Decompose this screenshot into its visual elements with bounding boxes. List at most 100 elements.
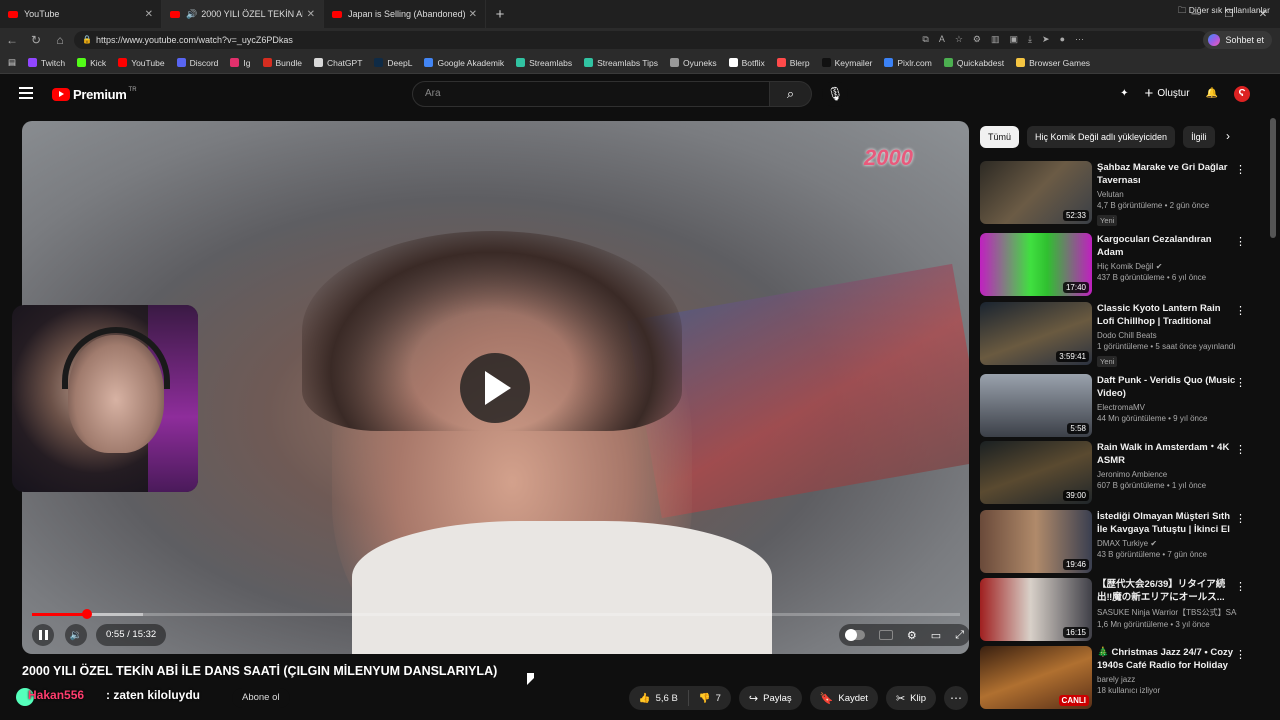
read-aloud-icon[interactable]: A: [939, 34, 945, 45]
bookmark-quickabdest[interactable]: Quickabdest: [943, 58, 1004, 68]
favorite-star-icon[interactable]: ☆: [955, 34, 963, 45]
bookmark-browser-games[interactable]: Browser Games: [1016, 58, 1090, 68]
recommendation-channel[interactable]: barely jazz: [1097, 675, 1237, 684]
recommendation-item[interactable]: 16:15 【歴代大会26/39】リタイア続出‼魔の新エリアにオールス... SAS…: [980, 578, 1260, 642]
bookmark-discord[interactable]: Discord: [176, 58, 218, 68]
progress-bar[interactable]: [32, 609, 960, 619]
kebab-menu-icon[interactable]: ⋮: [1235, 512, 1246, 525]
bookmark-streamlabs-tips[interactable]: Streamlabs Tips: [584, 58, 658, 68]
bookmark-blerp[interactable]: Blerp: [776, 58, 810, 68]
bookmark-pixlr-com[interactable]: Pixlr.com: [884, 58, 932, 68]
volume-button[interactable]: 🔉: [65, 624, 87, 646]
recommendation-channel[interactable]: Dodo Chill Beats: [1097, 331, 1237, 340]
more-menu-icon[interactable]: ⋯: [1075, 34, 1084, 45]
video-thumbnail[interactable]: 3:59:41: [980, 302, 1092, 365]
recommendation-channel[interactable]: SASUKE Ninja Warrior【TBS公式】SASU...: [1097, 607, 1237, 618]
recommendation-title[interactable]: Şahbaz Marake ve Gri Dağlar Tavernası: [1097, 161, 1237, 187]
big-play-button[interactable]: [460, 353, 530, 423]
profile-icon[interactable]: ●: [1060, 34, 1065, 45]
video-thumbnail[interactable]: 19:46: [980, 510, 1092, 573]
copilot-chat-button[interactable]: Sohbet et: [1203, 31, 1272, 49]
back-icon[interactable]: ←: [0, 33, 24, 47]
recommendation-title[interactable]: Classic Kyoto Lantern Rain Lofi Chillhop…: [1097, 302, 1237, 328]
recommendation-title[interactable]: İstediği Olmayan Müşteri Sıth İle Kavgay…: [1097, 510, 1237, 536]
recommendation-title[interactable]: Kargocuları Cezalandıran Adam: [1097, 233, 1237, 259]
filter-chip[interactable]: Tümü: [980, 126, 1020, 148]
video-thumbnail[interactable]: 16:15: [980, 578, 1092, 641]
clip-button[interactable]: ✂ Klip: [885, 686, 936, 710]
kebab-menu-icon[interactable]: ⋮: [1235, 648, 1246, 661]
reload-icon[interactable]: ↻: [24, 33, 48, 47]
bookmarks-menu-icon[interactable]: ▤: [8, 57, 16, 68]
speaker-icon[interactable]: 🔊: [186, 9, 197, 20]
split-screen-icon[interactable]: ▥: [991, 34, 1000, 45]
page-scrollbar[interactable]: [1270, 118, 1276, 238]
other-bookmarks-folder[interactable]: 🗀 Diğer sık kullanılanlar: [1178, 5, 1270, 19]
video-thumbnail[interactable]: 5:58: [980, 374, 1092, 437]
recommendation-channel[interactable]: DMAX Turkiye ✔: [1097, 539, 1237, 548]
search-input[interactable]: Ara: [412, 81, 770, 107]
recommendation-item[interactable]: 52:33 Şahbaz Marake ve Gri Dağlar Taverna…: [980, 161, 1260, 226]
dislike-button[interactable]: 👎 7: [689, 686, 731, 710]
recommendation-title[interactable]: Daft Punk - Veridis Quo (Music Video): [1097, 374, 1237, 400]
bookmark-botflix[interactable]: Botflix: [728, 58, 765, 68]
bookmark-ig[interactable]: Ig: [230, 58, 251, 68]
recommendation-item[interactable]: 19:46 İstediği Olmayan Müşteri Sıth İle K…: [980, 510, 1260, 574]
bookmark-youtube[interactable]: YouTube: [118, 58, 165, 68]
subscribe-button[interactable]: Abone ol: [232, 688, 290, 708]
recommendation-item[interactable]: 3:59:41 Classic Kyoto Lantern Rain Lofi C…: [980, 302, 1260, 367]
bookmark-kick[interactable]: Kick: [77, 58, 106, 68]
share-button[interactable]: ↪ Paylaş: [738, 686, 802, 710]
kebab-menu-icon[interactable]: ⋮: [1235, 376, 1246, 389]
extensions-icon[interactable]: ⚙: [973, 34, 981, 45]
settings-gear-icon[interactable]: ⚙: [907, 629, 917, 642]
bookmark-oyuneks[interactable]: Oyuneks: [670, 58, 717, 68]
hamburger-menu-icon[interactable]: [19, 87, 33, 99]
theater-mode-icon[interactable]: ▭: [931, 629, 941, 642]
bookmark-chatgpt[interactable]: ChatGPT: [313, 58, 362, 68]
browser-tab-japan[interactable]: Japan is Selling (Abandoned) Hou ✕: [324, 0, 486, 28]
pause-button[interactable]: [32, 624, 54, 646]
kebab-menu-icon[interactable]: ⋮: [1235, 235, 1246, 248]
recommendation-channel[interactable]: Jeronimo Ambience: [1097, 470, 1237, 479]
video-thumbnail[interactable]: 39:00: [980, 441, 1092, 504]
bookmark-streamlabs[interactable]: Streamlabs: [516, 58, 572, 68]
fullscreen-icon[interactable]: ⤢: [955, 629, 964, 642]
close-tab-icon[interactable]: ✕: [145, 9, 153, 20]
recommendation-item[interactable]: 5:58 Daft Punk - Veridis Quo (Music Video…: [980, 374, 1260, 438]
voice-search-button[interactable]: 🎙: [822, 81, 848, 107]
recommendation-channel[interactable]: Velutan: [1097, 190, 1237, 199]
browser-tab-youtube[interactable]: YouTube ✕: [0, 0, 162, 28]
download-icon[interactable]: ⤓: [1028, 34, 1032, 45]
subtitles-icon[interactable]: [878, 630, 893, 640]
bookmark-bundle[interactable]: Bundle: [262, 58, 302, 68]
recommendation-title[interactable]: Rain Walk in Amsterdam・4K ASMR: [1097, 441, 1237, 467]
cast-icon[interactable]: ✦: [1120, 88, 1128, 99]
browser-tab-active-video[interactable]: 🔊 2000 YILI ÖZEL TEKİN ABİ İLE ✕: [162, 0, 324, 28]
video-thumbnail[interactable]: 17:40: [980, 233, 1092, 296]
video-thumbnail[interactable]: CANLI: [980, 646, 1092, 709]
like-button[interactable]: 👍 5,6 B: [629, 686, 688, 710]
close-tab-icon[interactable]: ✕: [469, 9, 477, 20]
youtube-logo[interactable]: Premium TR: [52, 87, 137, 102]
bookmark-keymailer[interactable]: Keymailer: [821, 58, 872, 68]
recommendation-channel[interactable]: ElectromaMV: [1097, 403, 1237, 412]
share-icon[interactable]: ➤: [1042, 34, 1050, 45]
search-button[interactable]: ⌕: [770, 81, 812, 107]
kebab-menu-icon[interactable]: ⋮: [1235, 304, 1246, 317]
kebab-menu-icon[interactable]: ⋮: [1235, 443, 1246, 456]
more-actions-icon[interactable]: ⋯: [944, 686, 968, 710]
new-tab-button[interactable]: +: [486, 6, 514, 23]
recommendation-item[interactable]: CANLI 🎄 Christmas Jazz 24/7 • Cozy 1940s …: [980, 646, 1260, 710]
avatar[interactable]: Ϛ: [1234, 85, 1250, 102]
scrubber-handle[interactable]: [81, 609, 92, 619]
translate-icon[interactable]: ⧉: [922, 34, 928, 45]
notifications-bell-icon[interactable]: 🔔: [1206, 88, 1218, 99]
recommendation-channel[interactable]: Hiç Komik Değil ✔: [1097, 262, 1237, 271]
filter-chip[interactable]: İlgili: [1183, 126, 1215, 148]
recommendation-title[interactable]: 🎄 Christmas Jazz 24/7 • Cozy 1940s Café …: [1097, 646, 1237, 672]
filter-chip[interactable]: Hiç Komik Değil adlı yükleyiciden: [1027, 126, 1176, 148]
recommendation-item[interactable]: 17:40 Kargocuları Cezalandıran Adam Hiç Ko…: [980, 233, 1260, 297]
kebab-menu-icon[interactable]: ⋮: [1235, 580, 1246, 593]
bookmark-twitch[interactable]: Twitch: [28, 58, 65, 68]
